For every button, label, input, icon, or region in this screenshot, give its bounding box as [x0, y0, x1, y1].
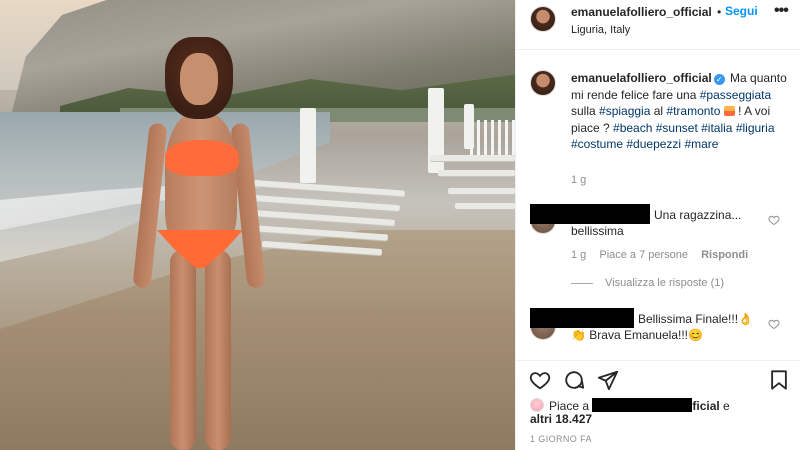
- post-photo[interactable]: [0, 0, 515, 450]
- likes-count[interactable]: altri 18.427: [530, 412, 592, 427]
- post-header: emanuelafolliero_official • Segui Liguri…: [516, 0, 800, 50]
- hashtag-beach[interactable]: #beach: [613, 121, 652, 135]
- redaction-bar: [530, 204, 650, 224]
- more-options-icon[interactable]: •••: [774, 2, 789, 20]
- comment-text: Una ragazzina...: [654, 208, 742, 222]
- caption-time[interactable]: 1 g: [571, 174, 586, 186]
- avatar[interactable]: [530, 6, 556, 32]
- closed-umbrella: [300, 108, 316, 183]
- redaction-bar: [530, 308, 634, 328]
- lounger: [254, 210, 396, 226]
- redaction-bar: [592, 398, 693, 412]
- share-icon[interactable]: [597, 369, 619, 391]
- woman-figure: [132, 35, 266, 450]
- lounger: [448, 188, 515, 194]
- location-link[interactable]: Liguria, Italy: [571, 24, 630, 36]
- hashtag-tramonto[interactable]: #tramonto: [666, 104, 720, 118]
- caption: emanuelafolliero_official ✓ Ma quanto mi …: [571, 71, 787, 151]
- hashtag-liguria[interactable]: #liguria: [736, 121, 775, 135]
- hashtag-spiaggia[interactable]: #spiaggia: [599, 104, 650, 118]
- sunset-emoji-icon: [723, 106, 735, 116]
- comment-text-cont: 👏 Brava Emanuela!!!😊: [571, 328, 703, 342]
- lounger: [244, 179, 406, 197]
- hashtag-passeggiata[interactable]: #passeggiata: [700, 88, 771, 102]
- hashtag-sunset[interactable]: #sunset: [656, 121, 698, 135]
- bikini-top: [165, 140, 239, 176]
- hashtag-duepezzi[interactable]: #duepezzi: [626, 137, 681, 151]
- view-replies-button[interactable]: Visualizza le risposte (1): [571, 277, 724, 289]
- comment-like-icon[interactable]: [768, 214, 780, 226]
- comment-meta: 1 g Piace a 7 persone Rispondi: [571, 249, 758, 261]
- comment-text: Bellissima Finale!!!👌: [638, 312, 753, 326]
- heart-icon[interactable]: [529, 369, 551, 391]
- hashtag-italia[interactable]: #italia: [701, 121, 732, 135]
- follow-button[interactable]: Segui: [725, 4, 758, 18]
- comment-text-cont: bellissima: [571, 224, 624, 238]
- separator-dot: •: [717, 5, 722, 19]
- action-bar: [516, 360, 800, 394]
- verified-icon: ✓: [713, 74, 725, 85]
- lounger: [249, 194, 401, 212]
- caption-avatar[interactable]: [530, 70, 556, 96]
- hashtag-costume[interactable]: #costume: [571, 137, 623, 151]
- liker-avatar[interactable]: [530, 398, 544, 412]
- lounger: [455, 203, 515, 209]
- bookmark-icon[interactable]: [768, 369, 790, 391]
- caption-username[interactable]: emanuelafolliero_official: [571, 71, 712, 85]
- comment-likes[interactable]: Piace a 7 persone: [599, 249, 688, 261]
- header-username[interactable]: emanuelafolliero_official: [571, 5, 712, 19]
- lounger: [438, 170, 515, 176]
- post-time[interactable]: 1 GIORNO FA: [530, 434, 592, 444]
- comment-icon[interactable]: [563, 369, 585, 391]
- replies-line: [571, 282, 593, 284]
- post-sidebar: emanuelafolliero_official • Segui Liguri…: [515, 0, 800, 450]
- lounger: [430, 155, 515, 161]
- comment-like-icon[interactable]: [768, 318, 780, 330]
- hashtag-mare[interactable]: #mare: [684, 137, 718, 151]
- beach-fence: [470, 120, 515, 155]
- comment-time[interactable]: 1 g: [571, 249, 586, 261]
- reply-button[interactable]: Rispondi: [701, 249, 748, 261]
- closed-umbrella: [464, 104, 474, 149]
